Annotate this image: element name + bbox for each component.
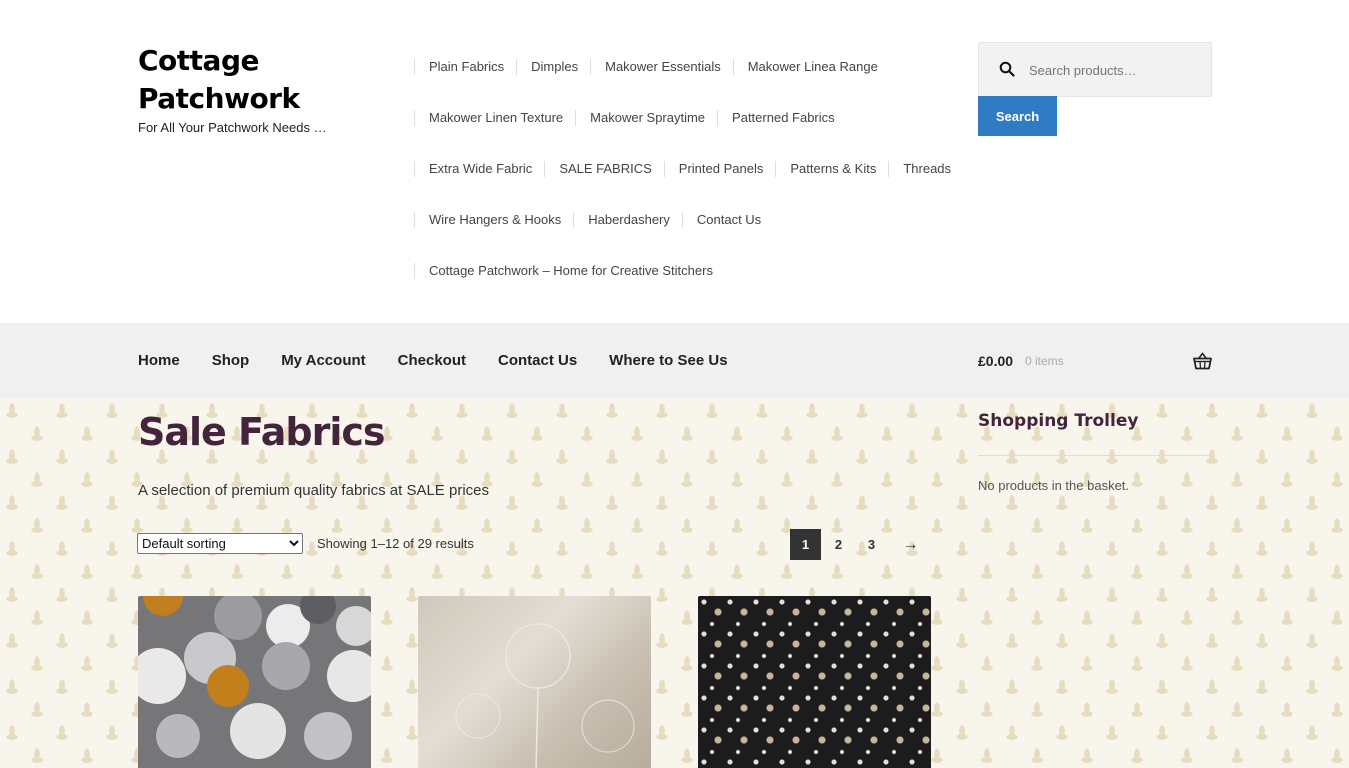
page-3[interactable]: 3: [856, 529, 887, 560]
secondary-nav-row: Makower Linen Texture Makower Spraytime Pa…: [414, 108, 847, 128]
basket-empty-message: No products in the basket.: [978, 478, 1130, 493]
nav-my-account[interactable]: My Account: [281, 352, 365, 369]
sidebar-title: Shopping Trolley: [978, 411, 1139, 431]
secondary-nav-item[interactable]: Patterned Fabrics: [717, 110, 847, 126]
cart-item-count[interactable]: 0 items: [1025, 354, 1064, 368]
secondary-nav-item[interactable]: Makower Linea Range: [732, 59, 890, 75]
site-tagline: For All Your Patchwork Needs …: [138, 120, 327, 135]
secondary-nav-item[interactable]: Extra Wide Fabric: [414, 161, 544, 177]
secondary-nav-item[interactable]: Dimples: [516, 59, 590, 75]
secondary-nav-row: Wire Hangers & Hooks Haberdashery Contact …: [414, 210, 773, 230]
nav-checkout[interactable]: Checkout: [398, 352, 466, 369]
primary-navigation-bar: Home Shop My Account Checkout Contact Us Wher…: [0, 323, 1349, 399]
product-image-dandelion[interactable]: [418, 596, 651, 768]
secondary-nav-item[interactable]: Wire Hangers & Hooks: [414, 212, 573, 228]
primary-navigation: Home Shop My Account Checkout Contact Us Wher…: [138, 352, 760, 370]
product-image-butterflies[interactable]: [698, 596, 931, 768]
secondary-nav-row: Extra Wide Fabric SALE FABRICS Printed Pan…: [414, 159, 963, 179]
product-image-grey-spots[interactable]: [138, 596, 371, 768]
search-icon: [999, 61, 1015, 77]
secondary-nav-row: Plain Fabrics Dimples Makower Essentials Ma…: [414, 57, 890, 77]
secondary-nav-item[interactable]: Contact Us: [681, 212, 773, 228]
search-button[interactable]: Search: [978, 96, 1057, 136]
nav-home[interactable]: Home: [138, 352, 180, 369]
secondary-nav-item[interactable]: Makower Essentials: [590, 59, 733, 75]
secondary-nav-item[interactable]: Cottage Patchwork – Home for Creative St…: [414, 263, 725, 279]
search-input[interactable]: [1029, 59, 1199, 81]
nav-where-to-see-us[interactable]: Where to See Us: [609, 352, 727, 369]
sidebar-divider: [978, 455, 1212, 456]
cart-total[interactable]: £0.00: [978, 353, 1013, 369]
secondary-nav-item[interactable]: Makower Spraytime: [575, 110, 717, 126]
secondary-nav-item[interactable]: Printed Panels: [663, 161, 776, 177]
page-description: A selection of premium quality fabrics a…: [138, 482, 489, 499]
secondary-nav-item[interactable]: Plain Fabrics: [414, 59, 516, 75]
secondary-nav-item[interactable]: SALE FABRICS: [544, 161, 663, 177]
page-1[interactable]: 1: [790, 529, 821, 560]
secondary-nav-row: Cottage Patchwork – Home for Creative St…: [414, 261, 725, 281]
page-title: Sale Fabrics: [138, 410, 386, 454]
result-count: Showing 1–12 of 29 results: [317, 536, 474, 551]
site-title[interactable]: Cottage Patchwork: [138, 42, 378, 118]
fabric-pattern: [138, 596, 371, 760]
next-page-arrow[interactable]: →: [895, 529, 926, 560]
secondary-nav-item[interactable]: Threads: [888, 161, 963, 177]
nav-contact-us[interactable]: Contact Us: [498, 352, 577, 369]
site-header: Cottage Patchwork For All Your Patchwork…: [0, 0, 1349, 323]
fabric-pattern: [455, 623, 635, 768]
basket-icon[interactable]: [1193, 352, 1212, 370]
sort-select[interactable]: Default sorting: [137, 533, 303, 554]
secondary-nav-item[interactable]: Haberdashery: [573, 212, 682, 228]
nav-shop[interactable]: Shop: [212, 352, 250, 369]
page-2[interactable]: 2: [823, 529, 854, 560]
secondary-nav-item[interactable]: Makower Linen Texture: [414, 110, 575, 126]
secondary-nav-item[interactable]: Patterns & Kits: [775, 161, 888, 177]
product-search: [978, 42, 1212, 97]
